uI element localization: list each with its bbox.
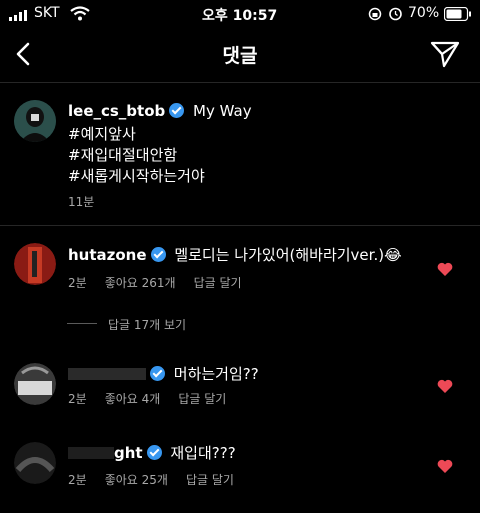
avatar[interactable] [14, 100, 56, 142]
caption-username[interactable]: lee_cs_btob [68, 102, 165, 120]
reply-button[interactable]: 답글 달기 [186, 473, 234, 487]
verified-badge-icon [169, 103, 185, 118]
like-count[interactable]: 좋아요 25개 [105, 473, 168, 487]
paper-plane-icon[interactable] [428, 38, 462, 70]
reply-divider-line [67, 323, 97, 324]
page-title: 댓글 [222, 45, 258, 67]
comment-item: ght 재입대??? 2분 좋아요 25개 답글 달기 [0, 425, 480, 513]
comment-item: hutazone 멜로디는 나가있어(해바라기ver.)😂 2분 좋아요 261개… [0, 226, 480, 336]
comment-username[interactable] [68, 368, 146, 380]
view-replies-button[interactable]: 답글 17개 보기 [0, 314, 300, 334]
wifi-icon [70, 6, 90, 21]
verified-badge-icon [150, 247, 166, 262]
rotation-lock-icon [368, 7, 382, 21]
comment-text: 머하는거임?? [173, 365, 259, 383]
comment-text: 재입대??? [170, 444, 236, 462]
comment-time: 2분 [68, 276, 87, 290]
heart-icon[interactable] [437, 262, 453, 276]
status-bar: SKT 오후 10:57 70% [0, 0, 480, 28]
comment-username[interactable]: ght [114, 444, 143, 462]
verified-badge-icon [146, 445, 162, 460]
like-count[interactable]: 좋아요 261개 [105, 276, 176, 290]
clock: 오후 10:57 [202, 8, 278, 24]
like-count[interactable]: 좋아요 4개 [105, 392, 161, 406]
hashtag-line[interactable]: #재입대절대안함 [68, 144, 177, 165]
hashtag-line[interactable]: #새롭게시작하는거야 [68, 165, 205, 186]
reply-button[interactable]: 답글 달기 [178, 392, 226, 406]
blurred-username-block [68, 447, 114, 459]
caption-time: 11분 [68, 195, 95, 209]
avatar[interactable] [14, 243, 56, 285]
comment-item: 머하는거임?? 2분 좋아요 4개 답글 달기 [0, 345, 480, 425]
comment-username[interactable]: hutazone [68, 246, 147, 264]
heart-icon[interactable] [437, 379, 453, 393]
caption-text: My Way [193, 102, 252, 120]
comment-time: 2분 [68, 473, 87, 487]
avatar[interactable] [14, 363, 56, 405]
battery-percent: 70% [408, 5, 440, 21]
comment-text: 멜로디는 나가있어(해바라기ver.)😂 [174, 246, 402, 264]
post-caption: lee_cs_btob My Way #예지앞사 #재입대절대안함 #새롭게시작… [0, 83, 480, 226]
hashtag-line[interactable]: #예지앞사 [68, 123, 136, 144]
alarm-icon [388, 6, 403, 21]
reply-button[interactable]: 답글 달기 [194, 276, 242, 290]
header-bar: 댓글 [0, 28, 480, 83]
battery-icon [443, 6, 472, 22]
view-replies-label[interactable]: 답글 17개 보기 [108, 316, 186, 333]
signal-icon [9, 9, 29, 21]
verified-badge-icon [150, 366, 165, 381]
heart-icon[interactable] [437, 459, 453, 473]
avatar[interactable] [14, 442, 56, 484]
comment-time: 2분 [68, 392, 87, 406]
carrier-label: SKT [34, 5, 60, 21]
